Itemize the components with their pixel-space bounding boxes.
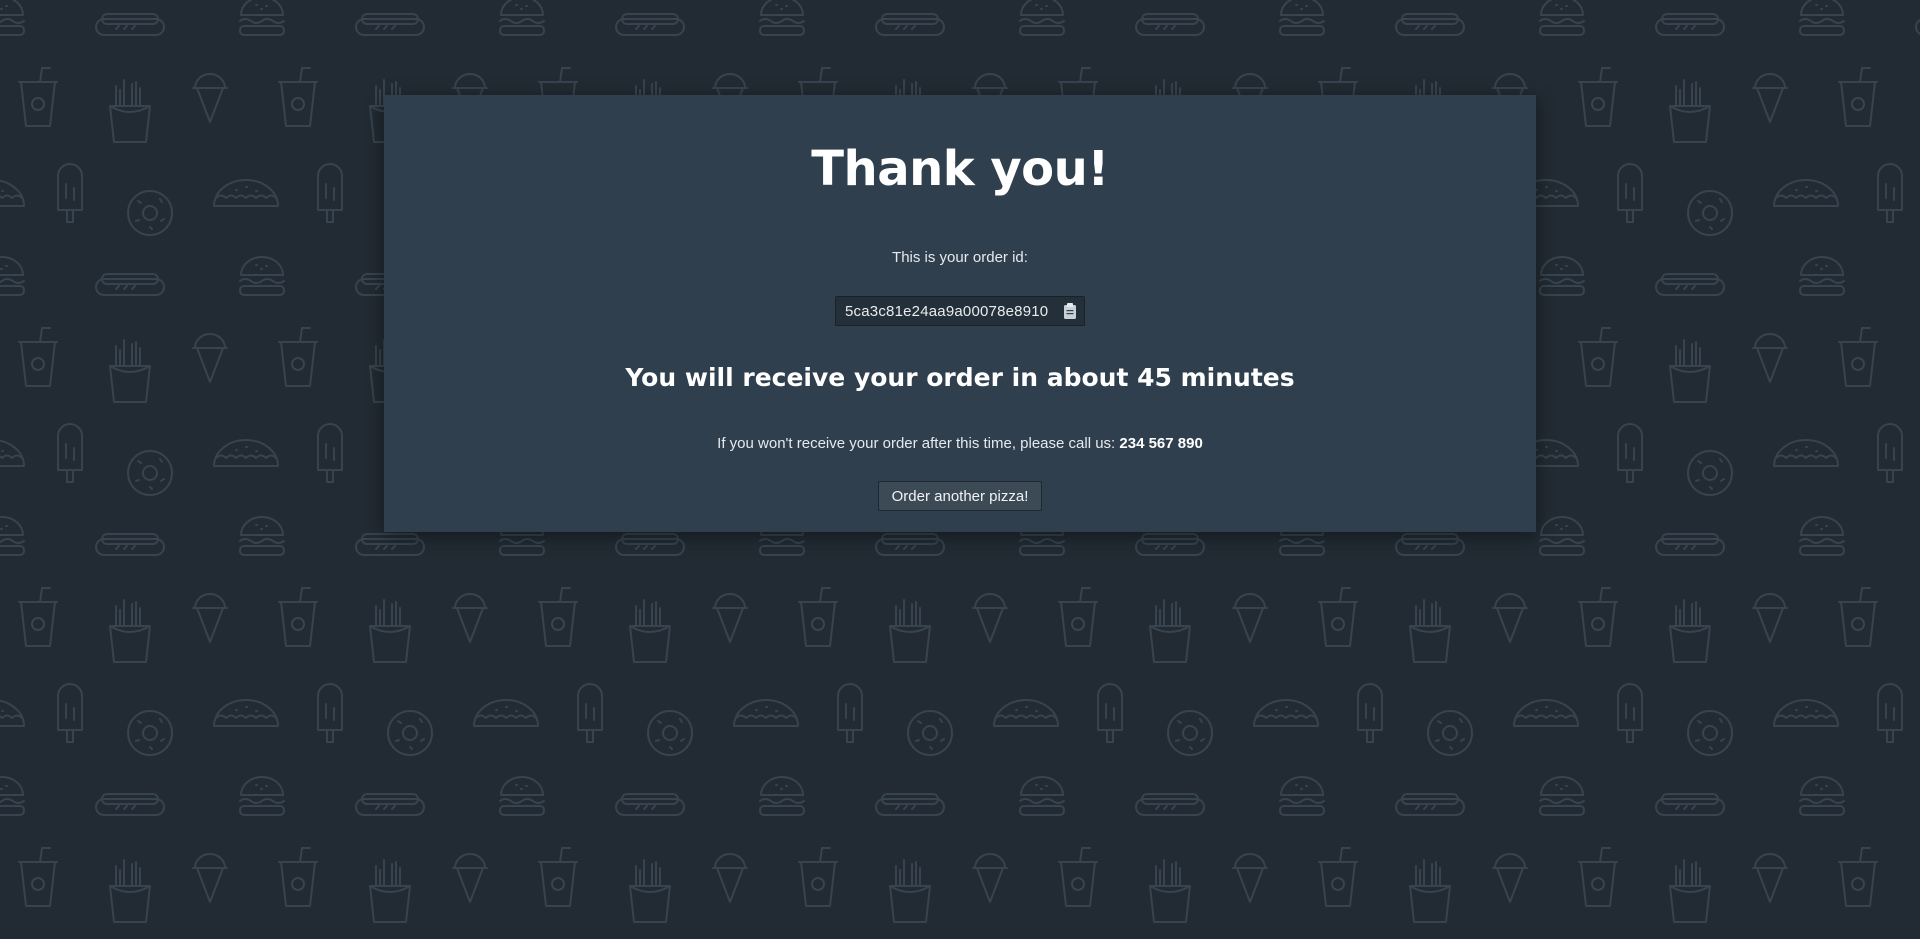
copy-order-id-button[interactable] (1056, 297, 1084, 325)
page-title: Thank you! (811, 141, 1109, 197)
order-id-field[interactable]: 5ca3c81e24aa9a00078e8910 (835, 296, 1085, 326)
order-id-value[interactable]: 5ca3c81e24aa9a00078e8910 (836, 303, 1056, 320)
order-confirmation-card: Thank you! This is your order id: 5ca3c8… (384, 95, 1536, 532)
clipboard-icon (1064, 303, 1076, 319)
call-us-text: If you won't receive your order after th… (717, 435, 1116, 452)
call-us-line: If you won't receive your order after th… (384, 435, 1536, 452)
phone-number: 234 567 890 (1119, 435, 1203, 452)
delivery-eta-text: You will receive your order in about 45 … (625, 363, 1295, 392)
order-another-pizza-button[interactable]: Order another pizza! (878, 481, 1042, 511)
order-id-label: This is your order id: (892, 249, 1028, 266)
